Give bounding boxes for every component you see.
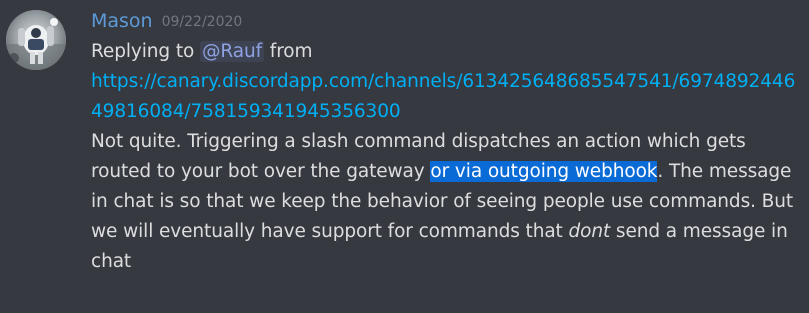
user-mention[interactable]: @Rauf [199,41,265,62]
message-content: Mason 09/22/2020 Replying to @Rauf from ht… [91,5,803,277]
emphasized-text: dont [568,221,611,242]
message-body: Replying to @Rauf from https://canary.dis… [91,37,803,277]
message-link[interactable]: https://canary.discordapp.com/channels/6… [91,71,795,122]
timestamp: 09/22/2020 [161,14,243,30]
reply-from: from [264,41,313,62]
reply-prefix: Replying to [91,41,200,62]
avatar[interactable] [6,10,66,70]
chat-message: Mason 09/22/2020 Replying to @Rauf from ht… [0,0,809,313]
selected-text: or via outgoing webhook [430,161,658,182]
avatar-image-icon [6,10,66,70]
username[interactable]: Mason [91,10,153,32]
message-header: Mason 09/22/2020 [91,5,803,37]
